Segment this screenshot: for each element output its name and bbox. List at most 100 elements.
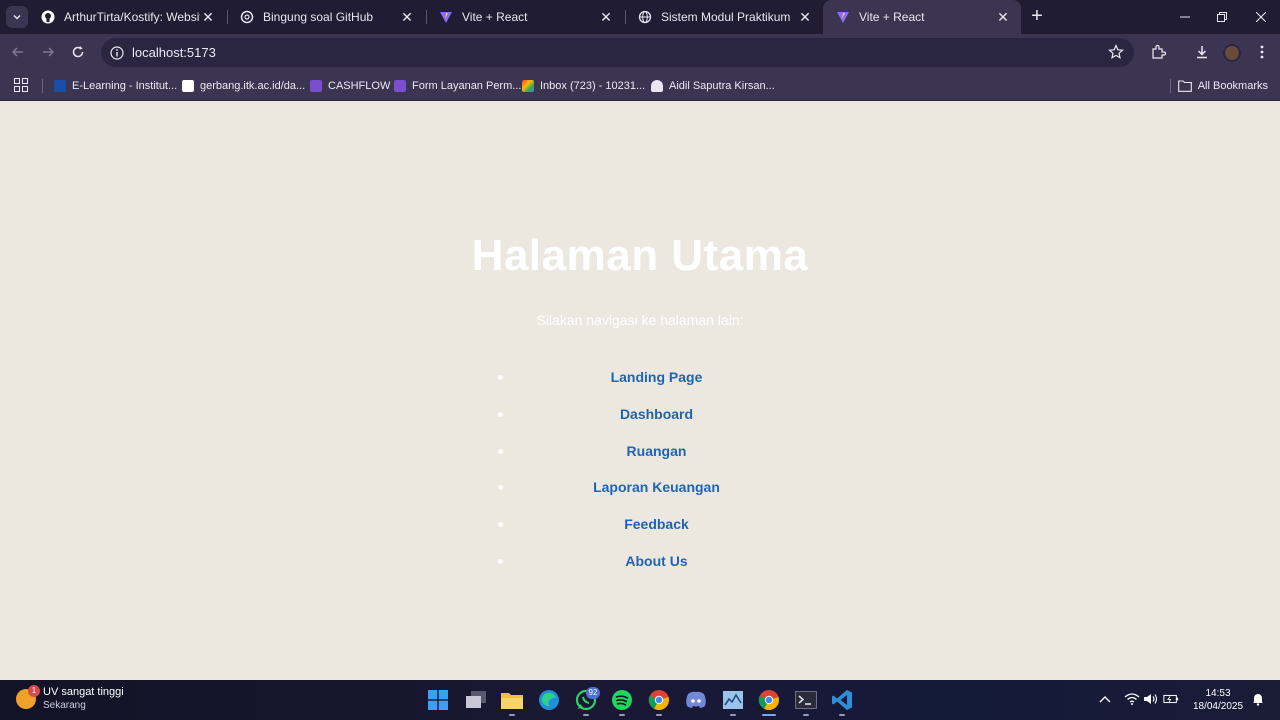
terminal-icon [795,691,817,709]
vite-icon [835,9,851,25]
edge-app[interactable] [537,688,561,712]
weather-widget[interactable]: 1 UV sangat tinggi Sekarang [16,685,124,712]
bookmark-aidil[interactable]: Aidil Saputra Kirsan... [651,77,775,95]
reload-icon [72,46,84,58]
profile-avatar[interactable] [1223,44,1241,62]
link-landing-page[interactable]: Landing Page [611,369,703,385]
bullet [498,485,503,491]
bookmark-cashflow[interactable]: CASHFLOW [310,77,390,95]
bookmark-star-icon[interactable] [1108,44,1124,60]
tab-search-button[interactable] [6,6,28,28]
tab-title: ArthurTirta/Kostify: Website unt [64,10,200,24]
link-feedback[interactable]: Feedback [624,516,689,532]
clock-date: 18/04/2025 [1192,701,1244,712]
edge-icon [539,690,559,710]
list-item: Landing Page [498,359,815,396]
bullet [498,448,503,454]
chevron-up-icon [1099,696,1111,703]
spotify-app[interactable] [610,688,634,712]
discord-app[interactable] [684,688,708,712]
forward-button[interactable] [37,41,59,63]
extensions-icon[interactable] [1149,43,1167,61]
running-indicator [839,714,845,716]
vscode-app[interactable] [830,688,854,712]
restore-button[interactable] [1203,0,1241,34]
vscode-icon [832,690,852,710]
gmail-icon [522,80,534,92]
close-icon[interactable]: ✕ [200,9,216,25]
list-item: Feedback [498,506,815,543]
tab-4[interactable]: Sistem Modul Praktikum ✕ [625,0,823,34]
bookmark-label: Aidil Saputra Kirsan... [669,80,775,92]
chrome-icon [648,690,669,711]
task-manager-icon [723,691,743,709]
bookmark-elearning[interactable]: E-Learning - Institut... [54,77,177,95]
all-bookmarks-label: All Bookmarks [1197,80,1268,92]
close-icon[interactable]: ✕ [399,9,415,25]
openai-icon [239,9,255,25]
battery-icon[interactable] [1163,691,1179,707]
site-info-icon[interactable] [109,45,125,61]
link-about-us[interactable]: About Us [625,553,687,569]
github-icon [40,9,56,25]
list-item: About Us [498,542,815,579]
wifi-icon[interactable] [1124,691,1140,707]
tab-2[interactable]: Bingung soal GitHub ✕ [227,0,425,34]
list-item: Dashboard [498,396,815,433]
task-view-button[interactable] [464,688,488,712]
volume-icon[interactable] [1143,691,1159,707]
system-clock[interactable]: 14:53 18/04/2025 [1190,687,1246,713]
show-hidden-icons-button[interactable] [1097,691,1113,707]
globe-icon [637,9,653,25]
back-button[interactable] [7,41,29,63]
weather-title: UV sangat tinggi [43,686,124,698]
start-button[interactable] [426,688,450,712]
tab-3[interactable]: Vite + React ✕ [426,0,624,34]
bookmark-separator [1170,79,1171,93]
running-indicator [803,714,809,716]
chrome-app[interactable] [757,688,781,712]
taskbar: 1 UV sangat tinggi Sekarang 92 14:53 18/… [0,680,1280,720]
minimize-button[interactable] [1166,0,1204,34]
download-icon[interactable] [1193,43,1211,61]
more-menu-icon[interactable] [1253,43,1271,61]
file-explorer-app[interactable] [500,688,524,712]
tab-title: Vite + React [462,10,528,24]
bookmark-gerbang[interactable]: gerbang.itk.ac.id/da... [182,77,305,95]
forms-icon [394,80,406,92]
reload-button[interactable] [67,41,89,63]
bookmark-label: CASHFLOW [328,80,391,92]
bullet [498,375,503,381]
close-icon[interactable]: ✕ [598,9,614,25]
link-ruangan[interactable]: Ruangan [627,443,687,459]
tab-5-active[interactable]: Vite + React ✕ [823,0,1021,34]
link-laporan-keuangan[interactable]: Laporan Keuangan [593,479,720,495]
tab-1[interactable]: ArthurTirta/Kostify: Website unt ✕ [28,0,226,34]
bookmark-form-layanan[interactable]: Form Layanan Perm... [394,77,521,95]
clock-time: 14:53 [1205,688,1231,699]
address-bar[interactable]: localhost:5173 [101,38,1134,67]
apps-grid-icon[interactable] [14,78,28,92]
close-icon[interactable]: ✕ [995,9,1011,25]
terminal-app[interactable] [794,688,818,712]
vite-icon [438,9,454,25]
tab-strip: ArthurTirta/Kostify: Website unt ✕ Bingu… [0,0,1280,34]
restore-icon [1217,12,1227,22]
chrome-icon [758,690,779,711]
all-bookmarks-button[interactable]: All Bookmarks [1177,77,1268,95]
link-dashboard[interactable]: Dashboard [620,406,693,422]
chrome-profile-app[interactable] [647,688,671,712]
notification-bell-icon[interactable] [1250,691,1266,707]
folder-icon [501,693,523,709]
bookmark-label: gerbang.itk.ac.id/da... [200,80,306,92]
close-icon[interactable]: ✕ [797,9,813,25]
browser-toolbar: localhost:5173 [0,34,1280,71]
tab-title: Bingung soal GitHub [263,10,374,24]
running-indicator [656,714,662,716]
new-tab-button[interactable]: + [1027,6,1047,27]
running-indicator [730,714,736,716]
task-manager-app[interactable] [721,688,745,712]
bookmark-gmail[interactable]: Inbox (723) - 10231... [522,77,645,95]
bookmark-label: E-Learning - Institut... [72,80,178,92]
close-window-button[interactable] [1242,0,1280,34]
